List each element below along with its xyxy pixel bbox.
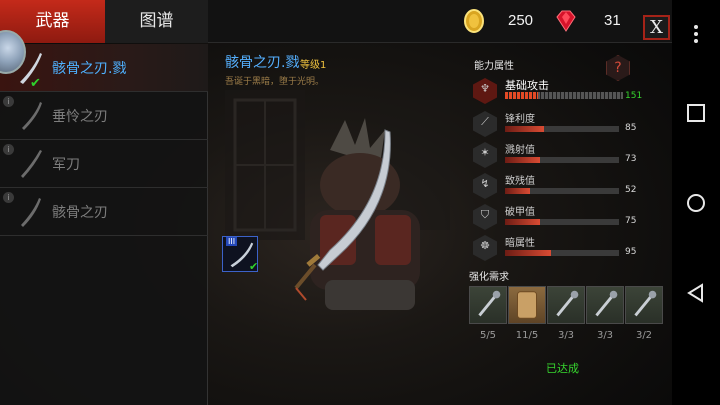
bone-material-icon[interactable] xyxy=(547,286,585,324)
requirement-count: 11/5 xyxy=(515,330,539,341)
gold-coin-icon xyxy=(464,9,484,33)
red-gem-icon xyxy=(556,10,576,32)
system-nav-bar xyxy=(672,0,720,405)
attribute-value: 95 xyxy=(625,247,637,257)
overflow-menu-icon[interactable] xyxy=(684,22,708,46)
weapon-thumbnail-icon xyxy=(21,198,41,227)
splash-icon: ✶ xyxy=(473,142,497,168)
gem-amount: 31 xyxy=(604,12,621,29)
attribute-bar xyxy=(505,219,619,225)
weapon-description: 吾诞于黑暗，堕于光明。 xyxy=(225,77,325,87)
weapon-level: 等级1 xyxy=(300,60,327,71)
weapon-name: 垂怜之刃 xyxy=(52,109,108,125)
attribute-value: 52 xyxy=(625,185,637,195)
weapon-title: 骸骨之刃.戮 xyxy=(225,55,300,71)
weapon-list-item-bone-blade[interactable]: i 骸骨之刃 xyxy=(0,188,208,236)
base-attack-fill xyxy=(505,92,539,99)
info-icon[interactable]: i xyxy=(3,144,14,155)
attribute-bar xyxy=(505,157,619,163)
help-button[interactable]: ? xyxy=(606,55,630,81)
attribute-bar-fill xyxy=(505,126,544,132)
close-button[interactable]: X xyxy=(643,15,670,40)
weapon-thumbnail-icon xyxy=(22,102,42,130)
material-graphic xyxy=(517,291,537,319)
weapon-thumbnail-icon xyxy=(21,150,42,178)
attribute-glyph: ✶ xyxy=(480,146,490,159)
cripple-icon: ↯ xyxy=(473,173,497,199)
dark-element-icon: ☸ xyxy=(473,235,497,261)
attribute-label: 致残值 xyxy=(505,176,535,187)
requirement-count: 3/3 xyxy=(557,330,575,341)
material-graphic xyxy=(478,290,501,317)
gold-amount: 250 xyxy=(508,12,534,29)
base-attack-bar xyxy=(505,92,623,99)
attribute-bar xyxy=(505,250,619,256)
weapon-list-item-mercy-blade[interactable]: i 垂怜之刃 xyxy=(0,92,208,140)
weapon-name: 骸骨之刃 xyxy=(52,205,108,221)
attribute-value: 85 xyxy=(625,123,637,133)
info-icon[interactable]: i xyxy=(3,192,14,203)
attribute-label: 破甲值 xyxy=(505,207,535,218)
weapon-name: 骸骨之刃.戮 xyxy=(52,61,127,77)
attribute-value: 75 xyxy=(625,216,637,226)
armor-break-icon: ⛉ xyxy=(473,204,497,230)
tab-atlas[interactable]: 图谱 xyxy=(105,0,208,43)
base-attack-label: 基础攻击 xyxy=(505,79,549,92)
attributes-title: 能力属性 xyxy=(474,61,514,72)
tier-badge: III xyxy=(226,237,238,246)
top-bar: 武器 图谱 250 31 X xyxy=(0,0,672,43)
requirement-count: 3/3 xyxy=(596,330,614,341)
attribute-bar xyxy=(505,188,619,194)
attribute-glyph: ↯ xyxy=(480,177,490,190)
home-icon[interactable] xyxy=(684,191,708,215)
weapon-list-item-saber[interactable]: i 军刀 xyxy=(0,140,208,188)
game-screen: 武器 图谱 250 31 X 骸骨之刃.戮 i 垂怜之刃 i 军刀 i 骸骨之刃… xyxy=(0,0,672,405)
mace-material-icon[interactable] xyxy=(469,286,507,324)
attribute-bar-fill xyxy=(505,157,541,163)
horn-material-icon[interactable] xyxy=(586,286,624,324)
attribute-label: 锋利度 xyxy=(505,114,535,125)
attribute-label: 溅射值 xyxy=(505,145,535,156)
requirement-count: 3/2 xyxy=(635,330,653,341)
material-graphic xyxy=(595,290,618,317)
attribute-bar-fill xyxy=(505,250,551,256)
attribute-glyph: ⟋ xyxy=(481,115,489,128)
attribute-bar xyxy=(505,126,619,132)
attribute-glyph: ☸ xyxy=(480,239,490,252)
blade-sharpness-icon: ⟋ xyxy=(473,111,497,137)
material-graphic xyxy=(556,290,579,317)
attribute-bar-fill xyxy=(505,219,541,225)
claw-material-icon[interactable] xyxy=(625,286,663,324)
owned-check-icon: ✔ xyxy=(249,260,259,273)
attribute-label: 暗属性 xyxy=(505,238,535,249)
attribute-bar-fill xyxy=(505,188,531,194)
weapon-name: 军刀 xyxy=(52,157,80,173)
info-icon[interactable]: i xyxy=(3,96,14,107)
base-attack-icon: ♆ xyxy=(473,78,497,104)
back-icon[interactable] xyxy=(684,281,708,305)
attribute-glyph: ⛉ xyxy=(480,208,490,221)
material-graphic xyxy=(634,290,657,317)
requirements-title: 强化需求 xyxy=(469,272,509,283)
requirement-count: 5/5 xyxy=(479,330,497,341)
requirement-status: 已达成 xyxy=(546,362,579,375)
attribute-value: 73 xyxy=(625,154,637,164)
equipped-check-icon: ✔ xyxy=(30,76,41,91)
base-attack-value: 151 xyxy=(625,91,643,101)
wood-material-icon[interactable] xyxy=(508,286,546,324)
recent-apps-icon[interactable] xyxy=(684,101,708,125)
weapon-list: 骸骨之刃.戮 i 垂怜之刃 i 军刀 i 骸骨之刃 xyxy=(0,44,208,405)
